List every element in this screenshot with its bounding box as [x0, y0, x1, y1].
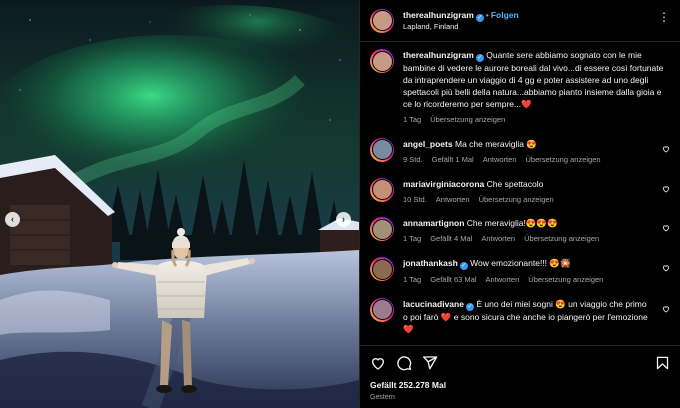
verified-badge-icon: ✓	[475, 13, 484, 22]
comment-reply-button[interactable]: Antworten	[436, 195, 470, 204]
chevron-left-icon: ‹	[11, 214, 14, 224]
comment-text: Che spettacolo	[486, 178, 544, 189]
comment-likes[interactable]: Gefällt 63 Mal	[430, 275, 476, 284]
comment-username[interactable]: mariavirginiacorona	[403, 179, 484, 189]
comment-username[interactable]: angel_poets	[403, 139, 453, 149]
more-options-icon[interactable]: ⋮	[658, 10, 670, 24]
comment-time[interactable]: 9 Std.	[403, 155, 423, 164]
comment-reply-button[interactable]: Antworten	[483, 155, 517, 164]
caption-translate-button[interactable]: Übersetzung anzeigen	[430, 115, 505, 124]
comment-username[interactable]: lacucinadivane	[403, 299, 464, 309]
post-location[interactable]: Lapland, Finland	[403, 22, 519, 32]
post-photo[interactable]: ‹ ›	[0, 0, 359, 408]
verified-badge-icon: ✓	[465, 302, 474, 311]
aurora-photo-image	[0, 0, 359, 408]
comments-list[interactable]: therealhunzigram ✓ Quante sere abbiamo so…	[360, 43, 680, 343]
likes-count[interactable]: Gefällt 252.278 Mal	[370, 380, 670, 390]
comment-likes[interactable]: Gefällt 4 Mal	[430, 234, 472, 243]
comment-avatar[interactable]	[370, 297, 394, 322]
bookmark-icon[interactable]	[655, 355, 670, 371]
post-header: therealhunzigram ✓ • Folgen Lapland, Finlan…	[360, 0, 680, 42]
comment-likes[interactable]: Gefällt 1 Mal	[432, 155, 474, 164]
heart-icon[interactable]	[662, 264, 670, 272]
comment-translate-button[interactable]: Übersetzung anzeigen	[479, 195, 554, 204]
comment-icon[interactable]	[396, 355, 412, 371]
post-sidebar: therealhunzigram ✓ • Folgen Lapland, Finlan…	[359, 0, 680, 408]
comment-item: mariavirginiacorona Che spettacolo 10 St…	[370, 177, 670, 206]
separator-dot: •	[485, 9, 489, 20]
previous-photo-button[interactable]: ‹	[5, 212, 20, 227]
comment-meta: 1 Tag Gefällt 4 Mal Antworten Übersetzung a…	[403, 234, 650, 245]
comment-avatar[interactable]	[370, 217, 394, 242]
heart-icon[interactable]	[662, 185, 670, 193]
comment-avatar[interactable]	[370, 257, 394, 281]
caption-item: therealhunzigram ✓ Quante sere abbiamo so…	[370, 49, 670, 126]
comment-username[interactable]: jonathankash	[403, 258, 458, 268]
comment-text: Che meraviglia!😍😍😍	[466, 218, 558, 229]
caption-time[interactable]: 1 Tag	[403, 115, 421, 124]
comment-time[interactable]: 1 Tag	[403, 234, 421, 243]
heart-icon[interactable]	[370, 355, 386, 371]
comment-avatar[interactable]	[370, 137, 394, 162]
chevron-right-icon: ›	[342, 214, 345, 224]
post-actions: Gefällt 252.278 Mal Gestern	[360, 345, 680, 401]
paper-plane-icon[interactable]	[422, 355, 438, 371]
comment-item: lacucinadivane ✓ È uno dei miei sogni 😍 u…	[370, 297, 670, 335]
comment-item: annamartignon Che meraviglia!😍😍😍 1 Tag Ge…	[370, 217, 670, 245]
comment-item: angel_poets Ma che meraviglia 😍 9 Std. Ge…	[370, 137, 670, 166]
caption-meta: 1 Tag Übersetzung anzeigen	[403, 115, 670, 126]
comment-time[interactable]: 10 Std.	[403, 195, 427, 204]
verified-badge-icon: ✓	[475, 54, 484, 62]
follow-button[interactable]: Folgen	[491, 10, 519, 20]
caption-username[interactable]: therealhunzigram	[403, 50, 474, 60]
comment-meta: 10 Std. Antworten Übersetzung anzeigen	[403, 195, 650, 206]
heart-icon[interactable]	[662, 145, 670, 153]
comment-avatar[interactable]	[370, 177, 394, 202]
comment-username[interactable]: annamartignon	[403, 218, 464, 228]
caption-avatar[interactable]	[370, 49, 394, 73]
comment-time[interactable]: 1 Tag	[403, 275, 421, 284]
comment-translate-button[interactable]: Übersetzung anzeigen	[528, 275, 603, 284]
comment-translate-button[interactable]: Übersetzung anzeigen	[526, 155, 601, 164]
comment-reply-button[interactable]: Antworten	[481, 234, 515, 243]
comment-reply-button[interactable]: Antworten	[486, 275, 520, 284]
comment-meta: 1 Tag Gefällt 63 Mal Antworten Übersetzung …	[403, 275, 650, 286]
author-username[interactable]: therealhunzigram	[403, 10, 474, 20]
comment-text: Ma che meraviglia 😍	[454, 138, 537, 149]
next-photo-button[interactable]: ›	[336, 212, 351, 227]
verified-badge-icon: ✓	[459, 262, 468, 270]
heart-icon[interactable]	[662, 305, 670, 313]
comment-item: jonathankash ✓ Wow emozionante!!! 😍🎇 1 Ta…	[370, 257, 670, 286]
comment-text: Wow emozionante!!! 😍🎇	[470, 258, 571, 268]
comment-translate-button[interactable]: Übersetzung anzeigen	[524, 234, 599, 243]
heart-icon[interactable]	[662, 224, 670, 232]
author-avatar[interactable]	[370, 8, 394, 33]
post-date[interactable]: Gestern	[370, 394, 670, 401]
comment-meta: 9 Std. Gefällt 1 Mal Antworten Übersetzung …	[403, 155, 650, 166]
